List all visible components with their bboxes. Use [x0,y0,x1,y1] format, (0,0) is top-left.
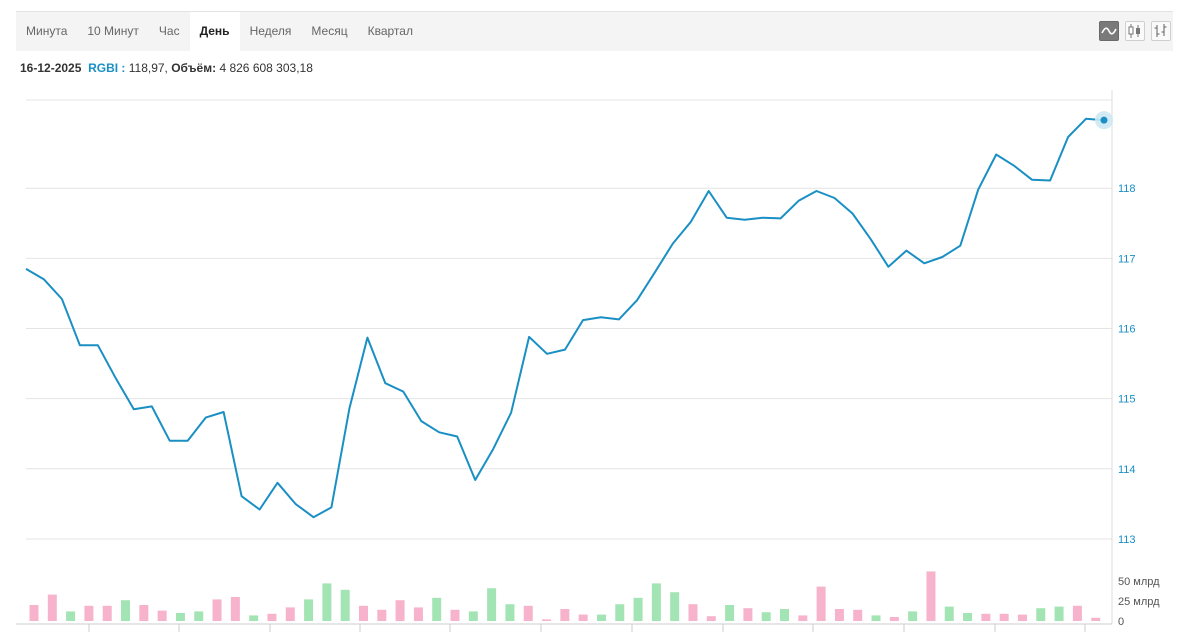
volume-bar [889,617,899,621]
price-tick-label: 117 [1118,253,1136,265]
price-line [25,117,1105,519]
volume-bar [670,592,680,621]
volume-bar [725,605,735,621]
volume-bar [706,616,716,621]
volume-bar [596,614,606,621]
volume-bar [139,605,149,621]
volume-bar [212,599,222,621]
volume-bar [505,604,515,621]
volume-bar [834,609,844,621]
volume-bar [358,605,368,621]
volume-bar [761,612,771,621]
price-tick-label: 115 [1118,394,1136,406]
volume-bar [1072,605,1082,621]
volume-bar [249,615,259,621]
price-tick-label: 116 [1118,324,1136,336]
volume-bar [66,611,76,621]
volume-bar [743,608,753,621]
volume-bar [395,600,405,621]
volume-bar [926,571,936,621]
volume-bar [578,614,588,621]
volume-bar [780,609,790,621]
price-tick-label: 114 [1118,464,1136,476]
volume-bar [944,606,954,621]
last-point-marker[interactable] [1100,116,1108,124]
volume-bar [853,609,863,621]
volume-bar [651,583,661,621]
volume-bar [542,619,552,621]
volume-bar [1036,608,1046,621]
volume-bar [47,594,57,621]
volume-bar [816,586,826,621]
volume-bar [175,613,185,621]
grid-lines [26,90,1113,624]
volume-bar [194,611,204,621]
volume-bar [230,597,240,621]
volume-axis-labels: 0 25 млрд 50 млрд [1118,576,1160,628]
volume-bar [84,605,94,621]
volume-tick-label: 25 млрд [1118,596,1160,608]
volume-bar [523,605,533,621]
volume-bar [102,605,112,621]
volume-bar [450,609,460,621]
volume-bar [29,605,39,621]
volume-bar [432,597,442,621]
volume-bar [560,609,570,621]
volume-bar [340,589,350,621]
volume-bar [487,588,497,621]
volume-bar [121,600,131,621]
volume-bar [304,599,314,621]
volume-bar [1054,606,1064,621]
price-series [25,111,1113,519]
volume-bar [999,613,1009,621]
volume-bar [633,597,643,621]
volume-bars [29,571,1101,621]
volume-bar [413,607,423,621]
volume-bar [322,583,332,621]
price-tick-label: 118 [1118,183,1136,195]
price-axis-labels: 113 114 115 116 117 118 [1118,183,1136,546]
volume-bar [615,604,625,621]
volume-bar [468,611,478,621]
volume-bar [377,609,387,621]
volume-tick-label: 50 млрд [1118,576,1160,588]
volume-bar [1091,617,1101,621]
volume-bar [963,613,973,621]
volume-bar [688,604,698,621]
price-tick-label: 113 [1118,534,1136,546]
volume-bar [908,611,918,621]
volume-bar [157,610,167,621]
volume-bar [871,615,881,621]
volume-bar [798,615,808,621]
time-axis [16,623,1112,632]
price-chart: 113 114 115 116 117 118 0 25 млрд 50 млрд [16,90,1160,632]
volume-bar [981,613,991,621]
volume-bar [267,613,277,621]
volume-tick-label: 0 [1118,616,1124,628]
volume-bar [1017,614,1027,621]
volume-bar [285,607,295,621]
